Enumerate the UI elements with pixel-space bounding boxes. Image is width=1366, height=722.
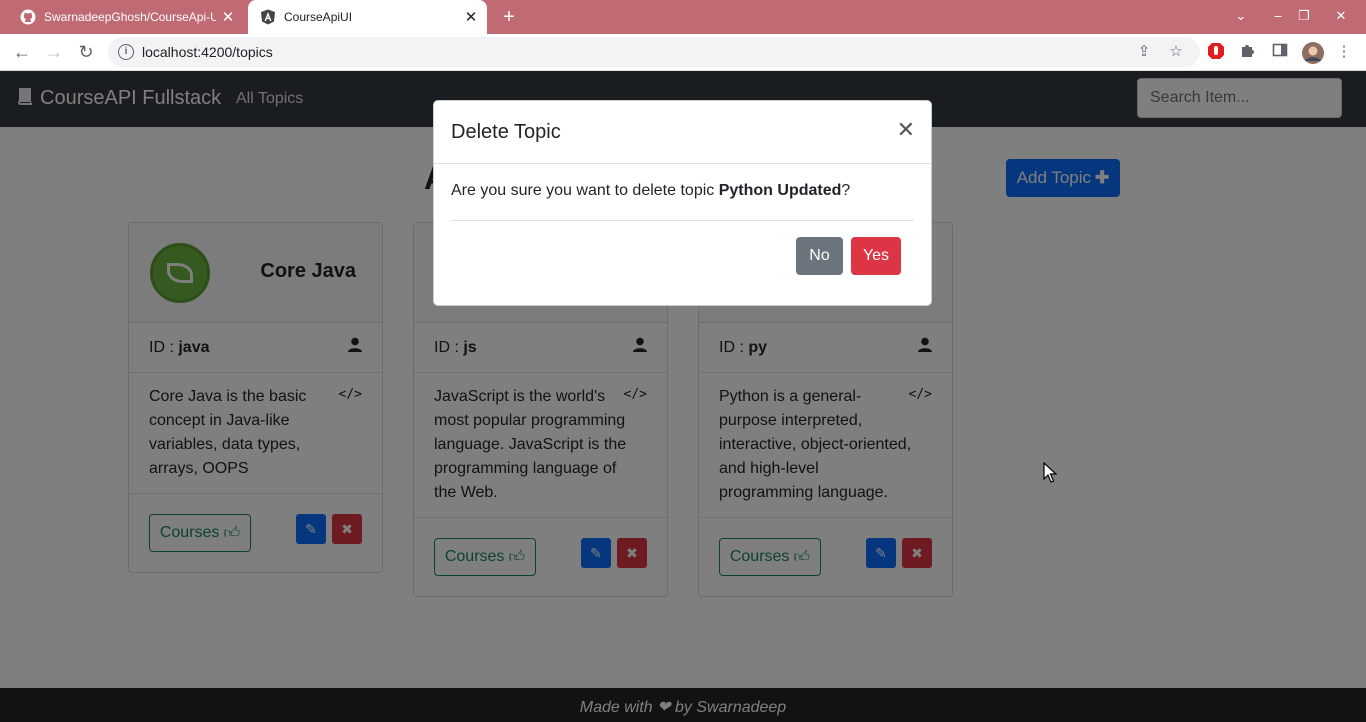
close-icon[interactable]: ✕ bbox=[459, 8, 483, 26]
reload-icon[interactable]: ↻ bbox=[74, 40, 98, 64]
modal-title: Delete Topic bbox=[451, 121, 561, 143]
back-arrow-icon[interactable]: ← bbox=[10, 40, 34, 64]
close-icon[interactable]: ✕ bbox=[216, 8, 240, 26]
address-bar[interactable]: i localhost:4200/topics bbox=[108, 37, 1200, 67]
modal-body: Are you sure you want to delete topic Py… bbox=[451, 164, 914, 221]
url-text: localhost:4200/topics bbox=[142, 44, 273, 60]
tab-title: CourseApiUI bbox=[284, 10, 353, 24]
topic-name: Python Updated bbox=[718, 182, 842, 199]
tab-courseapiui[interactable]: CourseApiUI ✕ bbox=[248, 0, 487, 34]
github-icon bbox=[20, 9, 36, 25]
window-close-icon[interactable]: ✕ bbox=[1324, 0, 1358, 34]
confirm-message: Are you sure you want to delete topic bbox=[451, 182, 719, 199]
bookmark-star-icon[interactable]: ☆ bbox=[1166, 42, 1186, 62]
new-tab-button[interactable]: + bbox=[498, 6, 520, 28]
angular-icon bbox=[260, 9, 276, 25]
tab-github[interactable]: SwarnadeepGhosh/CourseApi-UI ✕ bbox=[8, 0, 244, 34]
tab-title: SwarnadeepGhosh/CourseApi-UI bbox=[44, 10, 216, 24]
tab-search-icon[interactable]: ⌄ bbox=[1224, 0, 1258, 34]
profile-avatar[interactable] bbox=[1302, 42, 1324, 64]
browser-menu-icon[interactable]: ⋮ bbox=[1334, 42, 1354, 62]
browser-toolbar: ← → ↻ i localhost:4200/topics ⇪ ☆ ⋮ bbox=[0, 34, 1366, 71]
confirm-suffix: ? bbox=[841, 182, 851, 199]
forward-arrow-icon[interactable]: → bbox=[42, 40, 66, 64]
extensions-puzzle-icon[interactable] bbox=[1238, 42, 1258, 62]
browser-tab-strip: SwarnadeepGhosh/CourseApi-UI ✕ CourseApi… bbox=[0, 0, 1366, 34]
close-icon[interactable]: ✕ bbox=[897, 118, 915, 142]
adblock-extension-icon[interactable] bbox=[1206, 42, 1226, 62]
yes-button[interactable]: Yes bbox=[851, 237, 901, 275]
share-icon[interactable]: ⇪ bbox=[1134, 42, 1154, 62]
modal-header: Delete Topic ✕ bbox=[434, 101, 931, 164]
delete-topic-modal: Delete Topic ✕ Are you sure you want to … bbox=[433, 100, 932, 306]
no-button[interactable]: No bbox=[796, 237, 843, 275]
side-panel-icon[interactable] bbox=[1270, 42, 1290, 62]
restore-icon[interactable]: ❐ bbox=[1287, 0, 1321, 34]
info-icon[interactable]: i bbox=[118, 44, 134, 60]
